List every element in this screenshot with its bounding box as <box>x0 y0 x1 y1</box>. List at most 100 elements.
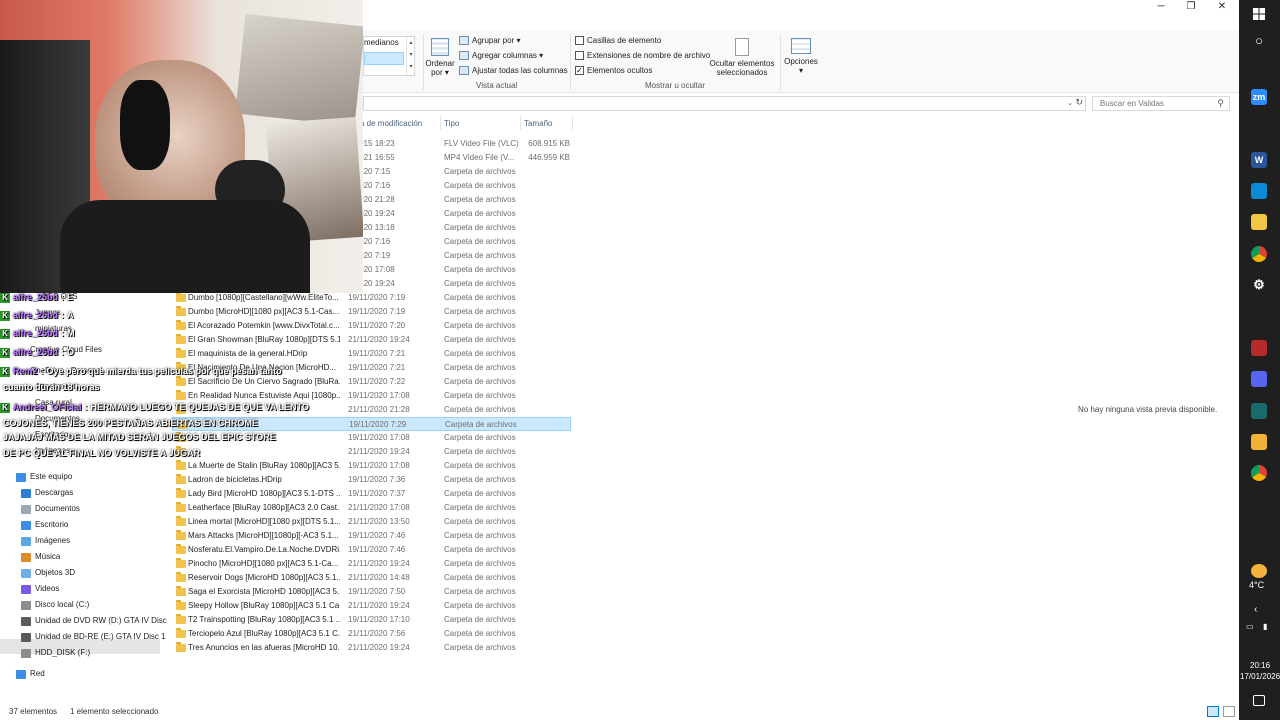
streamlabs-icon[interactable] <box>1251 403 1267 419</box>
nav-item-red[interactable]: Red <box>16 667 45 681</box>
file-row[interactable]: Leatherface [BluRay 1080p][AC3 2.0 Cast.… <box>172 501 571 515</box>
chevron-down-icon[interactable]: ⌄ <box>1067 99 1073 107</box>
item-checkboxes-toggle[interactable]: Casillas de elemento <box>575 36 661 45</box>
weather-temp[interactable]: 4°C <box>1249 580 1264 590</box>
file-row[interactable]: Dumbo [MicroHD][1080 px][AC3 5.1-Cas... 1… <box>172 305 571 319</box>
onedrive-icon[interactable] <box>1251 120 1267 136</box>
file-row[interactable]: Ladron de bicicletas.HDrip 19/11/2020 7:3… <box>172 473 571 487</box>
file-row[interactable]: Mars Attacks [MicroHD][1080p][-AC3 5.1..… <box>172 529 571 543</box>
chat-text: COJONES, TIENES 200 PESTAÑAS ABIERTAS EN… <box>3 418 258 428</box>
file-name: Tres Anuncios en las afueras [MicroHD 10… <box>188 643 340 652</box>
windows-icon[interactable] <box>1251 6 1267 22</box>
rec-icon[interactable] <box>1251 340 1267 356</box>
address-bar[interactable]: ⌄ ↻ <box>363 96 1086 111</box>
options-button[interactable]: Opciones ▾ <box>781 36 821 78</box>
tray-chevron-icon[interactable]: ‹ <box>1254 604 1257 615</box>
file-row[interactable]: Reservoir Dogs [MicroHD 1080p][AC3 5.1..… <box>172 571 571 585</box>
item-checkboxes-checkbox[interactable] <box>575 36 584 45</box>
nav-item-m-sica[interactable]: Música <box>21 550 60 564</box>
chrome-app-icon[interactable] <box>1251 465 1267 481</box>
chrome-icon[interactable] <box>1251 246 1267 262</box>
hidden-items-checkbox[interactable]: ✓ <box>575 66 584 75</box>
file-type: Carpeta de archivos <box>444 321 516 330</box>
refresh-icon[interactable]: ↻ <box>1075 97 1083 108</box>
file-modified: 21/11/2020 21:28 <box>348 405 410 414</box>
file-row[interactable]: T2 Trainspotting [BluRay 1080p][AC3 5.1 … <box>172 613 571 627</box>
tray-network-icon[interactable]: ▭ <box>1246 622 1254 631</box>
file-row[interactable]: Pinocho [MicroHD][1080 px][AC3 5.1-Ca...… <box>172 557 571 571</box>
nav-item-unidad-de-dvd-rw-d-gta-iv-disc[interactable]: Unidad de DVD RW (D:) GTA IV Disc <box>21 614 167 628</box>
obs-icon[interactable] <box>1251 308 1267 324</box>
discord-icon[interactable] <box>1251 371 1267 387</box>
chat-badge-icon: K <box>0 403 10 413</box>
file-row[interactable]: Terciopelo Azul [BluRay 1080p][AC3 5.1 C… <box>172 627 571 641</box>
file-row[interactable]: 21/11/2020 19:24 Carpeta de archivos <box>172 445 571 459</box>
minimize-button[interactable]: ─ <box>1146 0 1176 14</box>
desktop-icon <box>21 521 31 530</box>
file-extensions-checkbox[interactable] <box>575 51 584 60</box>
nav-item-objetos-3d[interactable]: Objetos 3D <box>21 566 75 580</box>
file-name: Dumbo [1080p][Castellano][wWw.EliteTo... <box>188 293 339 302</box>
nav-item-unidad-de-bd-re-e-gta-iv-disc-1[interactable]: Unidad de BD-RE (E:) GTA IV Disc 1 <box>21 630 166 644</box>
file-row[interactable]: El Sacrificio De Un Ciervo Sagrado [BluR… <box>172 375 571 389</box>
close-button[interactable]: ✕ <box>1207 0 1237 14</box>
thumbnails-view-button[interactable] <box>1223 706 1235 717</box>
add-columns-button[interactable]: Agregar columnas ▾ <box>459 51 543 60</box>
details-view-button[interactable] <box>1207 706 1219 717</box>
column-divider[interactable] <box>572 116 573 130</box>
hidden-items-toggle[interactable]: ✓ Elementos ocultos <box>575 66 652 75</box>
layout-gallery[interactable]: medianos ▴ ▾ ▾ <box>363 36 415 76</box>
sort-by-button[interactable]: Ordenar por ▾ <box>425 36 455 84</box>
file-row[interactable]: El Acorazado Potemkin [www.DivxTotal.c..… <box>172 319 571 333</box>
column-header-modified[interactable]: a de modificación <box>360 119 422 128</box>
tray-mic-icon[interactable]: ▮ <box>1263 622 1267 631</box>
nav-item-im-genes[interactable]: Imágenes <box>21 534 70 548</box>
nav-item-videos[interactable]: Videos <box>21 582 59 596</box>
settings-icon[interactable]: ⚙ <box>1251 277 1267 293</box>
column-header-type[interactable]: Tipo <box>444 119 459 128</box>
group-by-button[interactable]: Agrupar por ▾ <box>459 36 520 45</box>
nav-item-este-equipo[interactable]: Este equipo <box>16 470 72 484</box>
nav-item-descargas[interactable]: Descargas <box>21 486 73 500</box>
fit-columns-button[interactable]: Ajustar todas las columnas <box>459 66 568 75</box>
file-name: Saga el Exorcista [MicroHD 1080p][AC3 5.… <box>188 587 340 596</box>
zoom-icon[interactable]: zm <box>1251 89 1267 105</box>
folder-icon <box>176 642 186 652</box>
file-row[interactable]: Tres Anuncios en las afueras [MicroHD 10… <box>172 641 571 655</box>
layout-scroll[interactable]: ▴ ▾ ▾ <box>406 37 415 75</box>
file-row[interactable]: El maquinista de la general.HDrip 19/11/2… <box>172 347 571 361</box>
file-type: Carpeta de archivos <box>444 349 516 358</box>
nav-item-escritorio[interactable]: Escritorio <box>21 518 68 532</box>
explorer-icon[interactable] <box>1251 214 1267 230</box>
file-row[interactable]: Dumbo [1080p][Castellano][wWw.EliteTo...… <box>172 291 571 305</box>
clock-time[interactable]: 20:16 <box>1250 661 1270 670</box>
file-row[interactable]: El Gran Showman [BluRay 1080p][DTS 5.1..… <box>172 333 571 347</box>
file-row[interactable]: Linea mortal [MicroHD][1080 px][DTS 5.1.… <box>172 515 571 529</box>
file-extensions-toggle[interactable]: Extensiones de nombre de archivo <box>575 51 710 60</box>
column-header-size[interactable]: Tamaño <box>524 119 552 128</box>
file-row[interactable]: Saga el Exorcista [MicroHD 1080p][AC3 5.… <box>172 585 571 599</box>
word-icon[interactable]: W <box>1251 152 1267 168</box>
nav-item-documentos[interactable]: Documentos <box>21 502 80 516</box>
column-divider[interactable] <box>520 116 521 130</box>
search-input[interactable]: Buscar en Validas ⚲ <box>1092 96 1230 111</box>
hide-selected-button[interactable]: Ocultar elementos seleccionados <box>707 36 777 78</box>
file-name: El Sacrificio De Un Ciervo Sagrado [BluR… <box>188 377 340 386</box>
file-row[interactable]: Lady Bird [MicroHD 1080p][AC3 5.1-DTS ..… <box>172 487 571 501</box>
layout-option-medianos[interactable]: medianos <box>364 38 399 47</box>
nav-item-hdd-disk-f[interactable]: HDD_DISK (F:) <box>21 646 90 660</box>
clock-date[interactable]: 17/01/2026 <box>1240 672 1280 681</box>
column-divider[interactable] <box>440 116 441 130</box>
file-row[interactable]: En Realidad Nunca Estuviste Aqui [1080p.… <box>172 389 571 403</box>
xsplit-icon[interactable] <box>1251 434 1267 450</box>
task-view-icon[interactable] <box>1251 58 1267 74</box>
nav-item-disco-local-c[interactable]: Disco local (C:) <box>21 598 89 612</box>
maximize-button[interactable]: ❐ <box>1176 0 1206 14</box>
edge-icon[interactable] <box>1251 183 1267 199</box>
file-row[interactable]: Nosferatu.El.Vampiro.De.La.Noche.DVDRi..… <box>172 543 571 557</box>
file-row[interactable]: Sleepy Hollow [BluRay 1080p][AC3 5.1 Ca.… <box>172 599 571 613</box>
notifications-icon[interactable] <box>1253 695 1265 706</box>
file-row[interactable]: La Muerte de Stalin [BluRay 1080p][AC3 5… <box>172 459 571 473</box>
search-icon[interactable]: ○ <box>1251 32 1267 48</box>
chat-badge-icon: K <box>0 293 10 303</box>
